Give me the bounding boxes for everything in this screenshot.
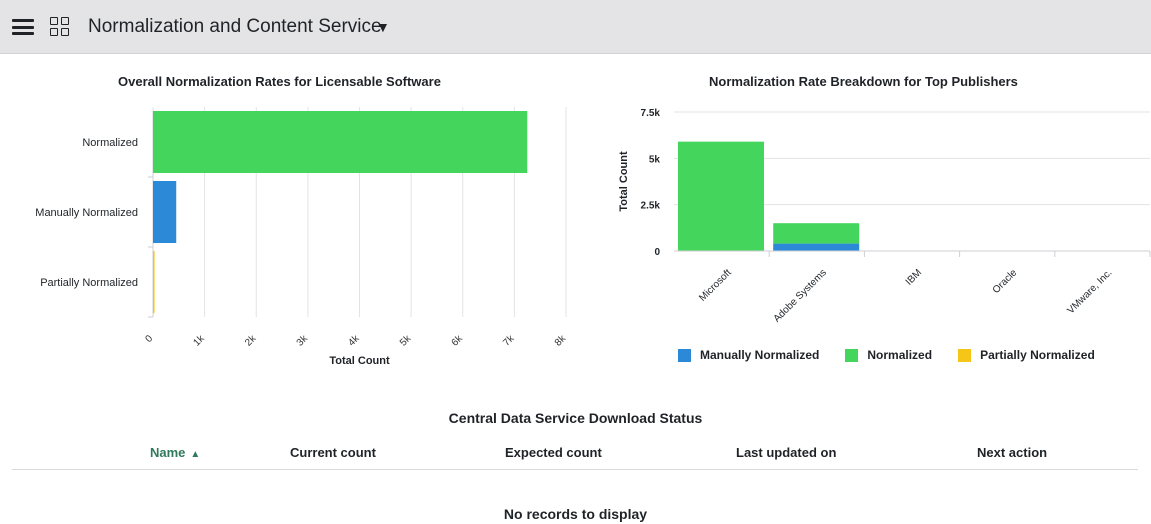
column-header-name[interactable]: Name ▲: [150, 445, 200, 460]
left-chart-title: Overall Normalization Rates for Licensab…: [118, 74, 441, 89]
legend-label: Partially Normalized: [980, 348, 1095, 362]
right-stacked-bar-chart: 0 2.5k 5k 7.5k Total Count Microsoft Adobe Sys…: [618, 108, 1151, 325]
x-tick-label: 6k: [450, 333, 466, 349]
y-tick-label: 5k: [649, 154, 661, 165]
column-header-label: Name: [150, 445, 186, 460]
x-tick-label: 4k: [346, 333, 362, 349]
y-tick-label: 2.5k: [641, 201, 661, 212]
y-tick-label: Normalized: [82, 137, 138, 149]
bar-adobe-systems-manually-normalized: [773, 243, 860, 251]
x-tick-label: 0: [143, 333, 155, 345]
x-tick-label: 3k: [295, 333, 311, 349]
sort-ascending-icon: ▲: [190, 449, 201, 460]
column-header-current-count[interactable]: Current count: [290, 445, 376, 460]
x-tick-label: 7k: [501, 333, 517, 349]
column-header-expected-count[interactable]: Expected count: [505, 445, 602, 460]
x-tick-label: Oracle: [991, 267, 1020, 296]
app-header: Normalization and Content Service ▼: [0, 0, 1151, 54]
empty-table-message: No records to display: [503, 506, 648, 522]
legend-item-manually-normalized[interactable]: Manually Normalized: [678, 348, 819, 362]
bar-adobe-systems-normalized: [773, 223, 860, 244]
y-axis-title: Total Count: [618, 151, 630, 212]
x-tick-label: Adobe Systems: [772, 267, 829, 324]
x-tick-label: Microsoft: [697, 267, 734, 304]
legend-item-partially-normalized[interactable]: Partially Normalized: [958, 348, 1095, 362]
x-tick-label: 1k: [191, 333, 207, 349]
hamburger-menu-icon[interactable]: [12, 19, 34, 35]
legend-label: Normalized: [867, 348, 933, 362]
right-chart-title: Normalization Rate Breakdown for Top Pub…: [709, 74, 1018, 89]
legend-label: Manually Normalized: [700, 348, 820, 362]
table-title: Central Data Service Download Status: [448, 410, 703, 426]
y-tick-label: 7.5k: [641, 108, 661, 119]
app-title[interactable]: Normalization and Content Service: [88, 16, 382, 38]
y-tick-label: 0: [654, 247, 660, 258]
legend-swatch: [845, 348, 859, 362]
column-header-last-updated-on[interactable]: Last updated on: [736, 445, 836, 460]
legend-swatch: [678, 348, 691, 362]
column-header-next-action[interactable]: Next action: [977, 445, 1047, 460]
chevron-down-icon[interactable]: ▼: [376, 19, 390, 35]
legend-item-normalized[interactable]: Normalized: [845, 348, 932, 362]
grid-apps-icon[interactable]: [50, 17, 70, 37]
legend-swatch: [958, 348, 972, 362]
left-bar-chart: 0 1k 2k 3k 4k 5k 6k 7k 8k Normalized Manually Norm…: [35, 107, 569, 367]
x-axis-title: Total Count: [329, 355, 390, 367]
bar-partially-normalized: [153, 251, 155, 313]
x-tick-label: 5k: [398, 333, 414, 349]
right-chart-legend: Manually Normalized Normalized Partially…: [678, 346, 1121, 364]
x-tick-label: IBM: [904, 267, 924, 287]
table-header: Name ▲ Current count Expected count Last …: [12, 436, 1138, 470]
y-tick-label: Manually Normalized: [35, 207, 138, 219]
x-tick-label: 2k: [243, 333, 259, 349]
x-tick-label: 8k: [553, 333, 569, 349]
x-tick-label: VMware, Inc.: [1065, 267, 1114, 316]
bar-manually-normalized: [153, 181, 177, 243]
y-tick-label: Partially Normalized: [40, 277, 138, 289]
bar-microsoft-normalized: [678, 141, 764, 251]
bar-normalized: [153, 111, 528, 173]
